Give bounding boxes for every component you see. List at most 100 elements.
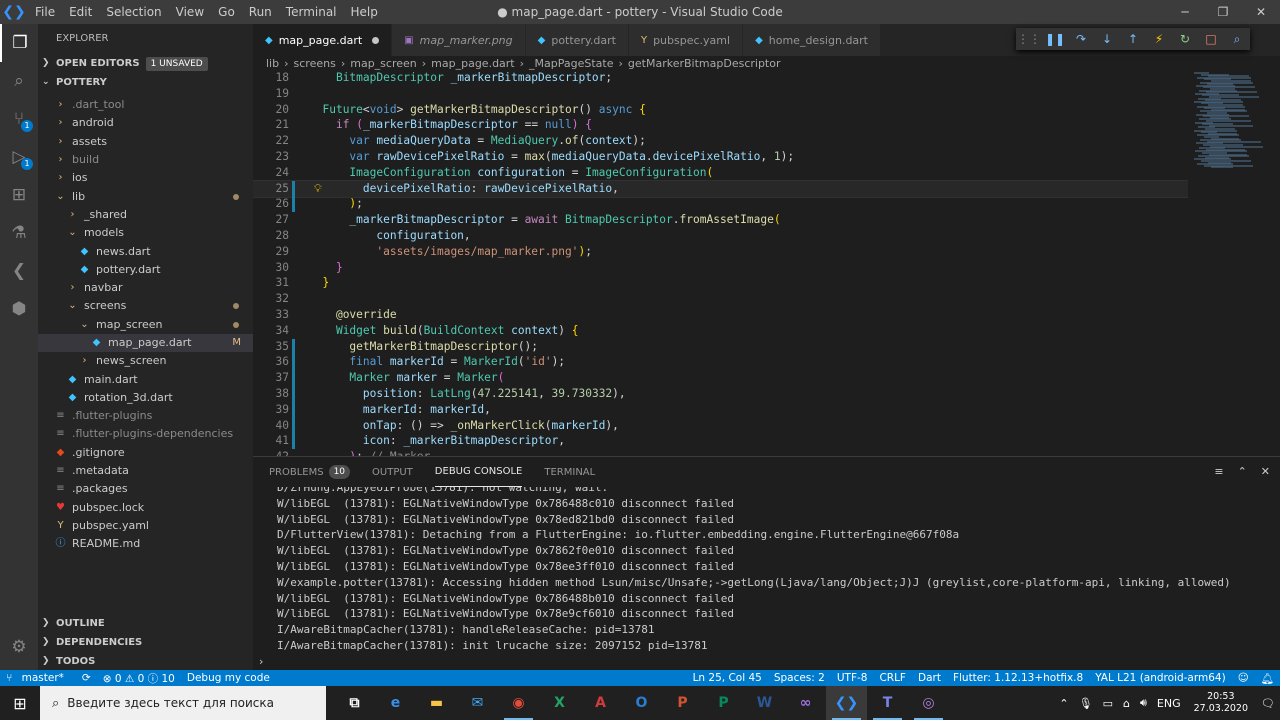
test-flask-icon[interactable]: ⚗ <box>0 214 38 252</box>
tree-item[interactable]: ≡ .metadata <box>38 462 253 480</box>
tree-item[interactable]: ◆ .gitignore <box>38 444 253 462</box>
vscode-taskbar-icon[interactable]: ❮❯ <box>826 686 867 720</box>
battery-icon[interactable]: ▭ <box>1103 697 1113 710</box>
tree-item[interactable]: › .dart_tool <box>38 96 253 114</box>
github-desktop-icon[interactable]: ◎ <box>908 686 949 720</box>
code-line[interactable]: 28 configuration, <box>253 228 1188 244</box>
code-line[interactable]: 33 @override <box>253 307 1188 323</box>
panel-tab-output[interactable]: OUTPUT <box>372 457 413 487</box>
tree-item[interactable]: ≡ .packages <box>38 480 253 498</box>
word-icon[interactable]: W <box>744 686 785 720</box>
language-indicator[interactable]: ENG <box>1157 697 1181 710</box>
close-panel-icon[interactable]: ✕ <box>1261 465 1270 478</box>
more-icon[interactable]: ≡ <box>1214 465 1223 478</box>
code-line[interactable]: 22 var mediaQueryData = MediaQuery.of(co… <box>253 133 1188 149</box>
console-prompt[interactable]: › <box>259 655 263 668</box>
menu-view[interactable]: View <box>169 0 211 24</box>
visual-studio-icon[interactable]: ∞ <box>785 686 826 720</box>
excel-icon[interactable]: X <box>539 686 580 720</box>
task-view-icon[interactable]: ⧉ <box>334 686 375 720</box>
code-line[interactable]: 42 ); // Marker <box>253 449 1188 456</box>
tree-item[interactable]: ≡ .flutter-plugins <box>38 407 253 425</box>
tree-item[interactable]: ♥ pubspec.lock <box>38 499 253 517</box>
code-line[interactable]: 41 icon: _markerBitmapDescriptor, <box>253 433 1188 450</box>
minimize-icon[interactable]: ─ <box>1166 0 1204 24</box>
hot-reload-icon[interactable]: ⚡ <box>1146 32 1172 46</box>
code-line[interactable]: 31 } <box>253 275 1188 291</box>
menu-file[interactable]: File <box>28 0 62 24</box>
tree-item[interactable]: › navbar <box>38 279 253 297</box>
code-line[interactable]: 25 💡︎ devicePixelRatio: rawDevicePixelRat… <box>253 179 1189 198</box>
feedback-icon[interactable]: ☺ <box>1238 672 1249 684</box>
search-icon[interactable]: ⌕ <box>0 62 38 100</box>
breadcrumb-item[interactable]: map_page.dart <box>431 57 514 70</box>
code-line[interactable]: 37 Marker marker = Marker( <box>253 370 1188 387</box>
restart-icon[interactable]: ↻ <box>1172 32 1198 46</box>
encoding-status[interactable]: UTF-8 <box>837 672 868 684</box>
publisher-icon[interactable]: P <box>703 686 744 720</box>
code-line[interactable]: 39 markerId: markerId, <box>253 401 1188 418</box>
code-editor[interactable]: 18 BitmapDescriptor _markerBitmapDescrip… <box>253 70 1280 456</box>
menu-selection[interactable]: Selection <box>99 0 168 24</box>
settings-gear-icon[interactable]: ⚙ <box>0 628 38 666</box>
panel-tab-problems[interactable]: PROBLEMS 10 <box>269 457 351 487</box>
code-line[interactable]: 23 var rawDevicePixelRatio = max(mediaQu… <box>253 149 1188 165</box>
code-line[interactable]: 27 _markerBitmapDescriptor = await Bitma… <box>253 212 1188 228</box>
cursor-position[interactable]: Ln 25, Col 45 <box>693 672 762 684</box>
step-into-icon[interactable]: ↓ <box>1094 32 1120 46</box>
step-out-icon[interactable]: ↑ <box>1120 32 1146 46</box>
code-line[interactable]: 29 'assets/images/map_marker.png'); <box>253 244 1188 260</box>
section-dependencies[interactable]: ❯ DEPENDENCIES <box>38 633 253 652</box>
branch-status[interactable]: ⑂ master* <box>6 672 70 684</box>
sync-icon[interactable]: ⟳ <box>82 672 91 684</box>
tree-item[interactable]: › news_screen <box>38 352 253 370</box>
tree-item[interactable]: ◆ rotation_3d.dart <box>38 389 253 407</box>
eol-status[interactable]: CRLF <box>879 672 906 684</box>
breadcrumb-item[interactable]: lib <box>266 57 279 70</box>
tree-item[interactable]: › ios <box>38 169 253 187</box>
code-line[interactable]: 18 BitmapDescriptor _markerBitmapDescrip… <box>253 70 1188 86</box>
unsaved-dot[interactable] <box>372 36 380 44</box>
flutter-version-status[interactable]: Flutter: 1.12.13+hotfix.8 <box>953 672 1083 684</box>
stop-icon[interactable]: □ <box>1198 32 1224 46</box>
explorer-icon[interactable]: ❐ <box>0 24 38 62</box>
remote-icon[interactable]: ⬢ <box>0 290 38 328</box>
menu-terminal[interactable]: Terminal <box>279 0 344 24</box>
tree-item[interactable]: ⌄ map_screen <box>38 316 253 334</box>
code-line[interactable]: 21 if (_markerBitmapDescriptor == null) … <box>253 117 1188 133</box>
open-editors-section[interactable]: ❯ OPEN EDITORS 1 UNSAVED <box>38 54 253 73</box>
code-line[interactable]: 26 ); <box>253 196 1188 213</box>
tree-item[interactable]: ◆ pottery.dart <box>38 261 253 279</box>
problems-status[interactable]: ⊗ 0 ⚠ 0 ⓘ 10 <box>103 671 175 686</box>
extensions-icon[interactable]: ⊞ <box>0 176 38 214</box>
tab-map_marker-png[interactable]: ▣ map_marker.png <box>392 24 526 56</box>
notification-center-icon[interactable]: 🗨︎ <box>1261 697 1275 710</box>
tab-pubspec-yaml[interactable]: Ypubspec.yaml <box>628 24 744 56</box>
file-explorer-icon[interactable]: ▬ <box>416 686 457 720</box>
step-over-icon[interactable]: ↷ <box>1068 32 1094 46</box>
taskbar-search[interactable]: ⌕ Введите здесь текст для поиска <box>40 686 326 720</box>
menu-run[interactable]: Run <box>242 0 279 24</box>
tray-chevron-up-icon[interactable]: ⌃ <box>1059 697 1068 710</box>
tree-item[interactable]: ≡ .flutter-plugins-dependencies <box>38 425 253 443</box>
code-line[interactable]: 38 position: LatLng(47.225141, 39.730332… <box>253 386 1188 402</box>
code-line[interactable]: 36 final markerId = MarkerId('id'); <box>253 354 1188 371</box>
tree-item[interactable]: ◆ news.dart <box>38 242 253 260</box>
code-line[interactable]: 32 <box>253 291 1188 307</box>
code-line[interactable]: 19 <box>253 86 1188 102</box>
tab-map_page-dart[interactable]: ◆ map_page.dart <box>253 24 393 56</box>
code-line[interactable]: 20 Future<void> getMarkerBitmapDescripto… <box>253 102 1188 118</box>
tab-home_design-dart[interactable]: ◆ home_design.dart <box>743 24 881 56</box>
inspect-icon[interactable]: ⌕ <box>1224 32 1250 47</box>
microphone-icon[interactable]: 🎙︎ <box>1079 697 1093 710</box>
code-line[interactable]: 40 onTap: () => _onMarkerClick(markerId)… <box>253 417 1188 434</box>
maximize-panel-icon[interactable]: ⌃ <box>1238 465 1247 478</box>
network-icon[interactable]: ⌂ <box>1123 697 1130 710</box>
minimap[interactable] <box>1188 70 1280 456</box>
tree-item[interactable]: ⌄ lib <box>38 187 253 205</box>
device-status[interactable]: YAL L21 (android-arm64) <box>1095 672 1226 684</box>
code-line[interactable]: 34 Widget build(BuildContext context) { <box>253 323 1188 339</box>
close-icon[interactable]: ✕ <box>1242 0 1280 24</box>
breadcrumb-item[interactable]: getMarkerBitmapDescriptor <box>628 57 781 70</box>
powerpoint-icon[interactable]: P <box>662 686 703 720</box>
